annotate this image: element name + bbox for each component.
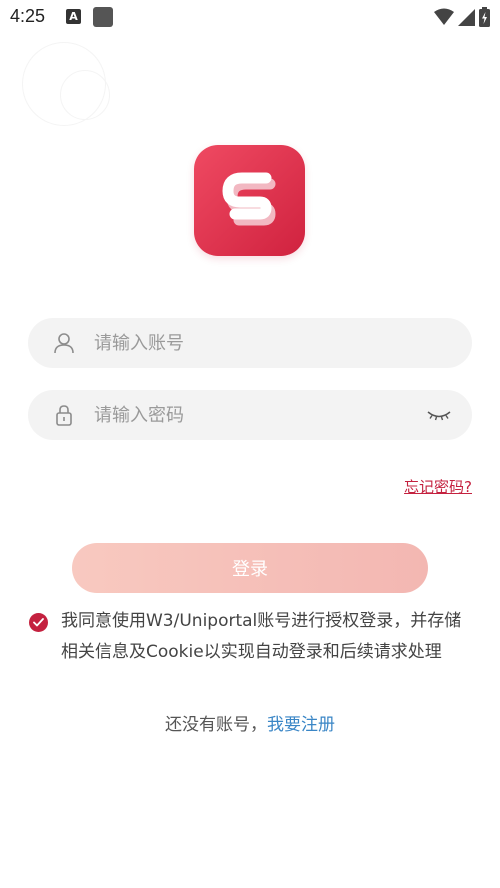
notification-square-icon <box>93 7 113 27</box>
status-bar: 4:25 A <box>0 0 500 36</box>
account-field[interactable] <box>28 318 472 368</box>
agreement-text: 我同意使用W3/Uniportal账号进行授权登录，并存储相关信息及Cookie… <box>61 611 462 662</box>
eye-closed-icon[interactable] <box>426 404 452 426</box>
background-decoration <box>60 70 110 120</box>
register-link[interactable]: 我要注册 <box>267 715 335 735</box>
wifi-icon <box>434 8 454 25</box>
battery-icon <box>479 7 490 27</box>
forgot-password-link[interactable]: 忘记密码? <box>404 476 472 497</box>
notification-a-icon: A <box>66 9 81 24</box>
register-prompt: 还没有账号， <box>165 715 267 735</box>
brand-s-logo-icon <box>222 172 275 225</box>
password-field[interactable] <box>28 390 472 440</box>
login-button[interactable]: 登录 <box>72 543 428 593</box>
check-circle-icon <box>33 618 44 627</box>
user-icon <box>54 333 74 354</box>
account-input[interactable] <box>94 318 414 368</box>
app-logo <box>194 145 305 256</box>
status-indicators <box>434 7 490 27</box>
agree-checkbox[interactable] <box>29 613 48 632</box>
status-time: 4:25 <box>10 6 46 26</box>
register-row: 还没有账号，我要注册 <box>0 710 500 735</box>
password-input[interactable] <box>94 390 414 440</box>
signal-icon <box>458 8 475 26</box>
lock-icon <box>56 405 72 426</box>
